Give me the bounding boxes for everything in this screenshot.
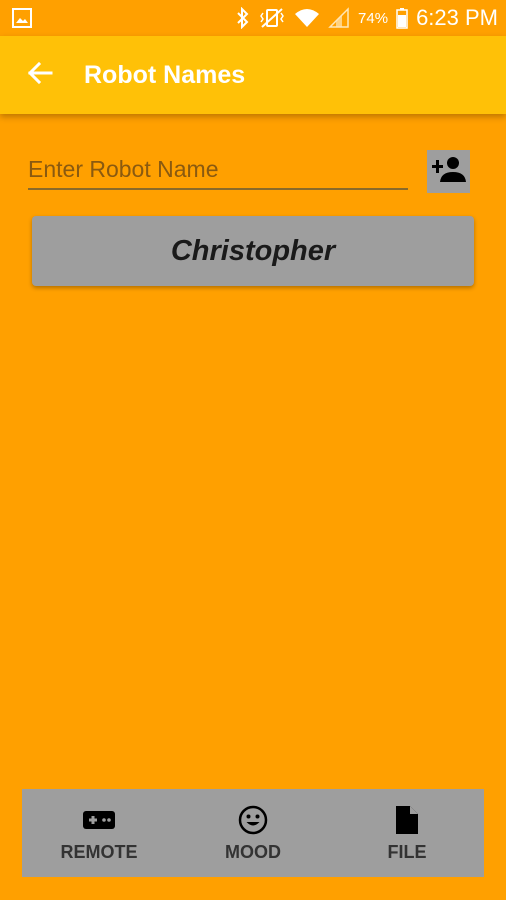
- nav-mood[interactable]: MOOD: [176, 789, 330, 877]
- status-bar: 74% 6:23 PM: [0, 0, 506, 36]
- nav-mood-label: MOOD: [225, 841, 281, 862]
- gallery-icon: [12, 8, 32, 28]
- person-add-icon: [431, 155, 466, 188]
- status-icons: 74% 6:23 PM: [236, 0, 498, 36]
- app-bar: Robot Names: [0, 36, 506, 114]
- nav-file-label: FILE: [387, 841, 427, 862]
- robot-name-input[interactable]: [28, 150, 408, 190]
- file-icon: [395, 804, 419, 836]
- page-title: Robot Names: [84, 60, 246, 89]
- battery-icon: [396, 7, 408, 29]
- wifi-icon: [294, 7, 320, 29]
- nav-remote[interactable]: REMOTE: [22, 789, 176, 877]
- nav-file[interactable]: FILE: [330, 789, 484, 877]
- status-time: 6:23 PM: [416, 5, 498, 30]
- gamepad-icon: [82, 804, 116, 836]
- signal-icon: [328, 7, 350, 29]
- smiley-icon: [238, 804, 268, 836]
- nav-remote-label: REMOTE: [60, 841, 138, 862]
- robot-item-christopher[interactable]: Christopher: [32, 216, 474, 286]
- add-robot-button[interactable]: [427, 150, 470, 193]
- vibrate-icon: [258, 7, 286, 29]
- back-button[interactable]: [20, 55, 60, 95]
- battery-percent: 74%: [358, 9, 389, 27]
- bluetooth-icon: [236, 7, 250, 29]
- arrow-back-icon: [27, 61, 53, 90]
- robot-name-label: Christopher: [170, 234, 336, 267]
- bottom-nav: REMOTE MOOD FILE: [22, 789, 484, 877]
